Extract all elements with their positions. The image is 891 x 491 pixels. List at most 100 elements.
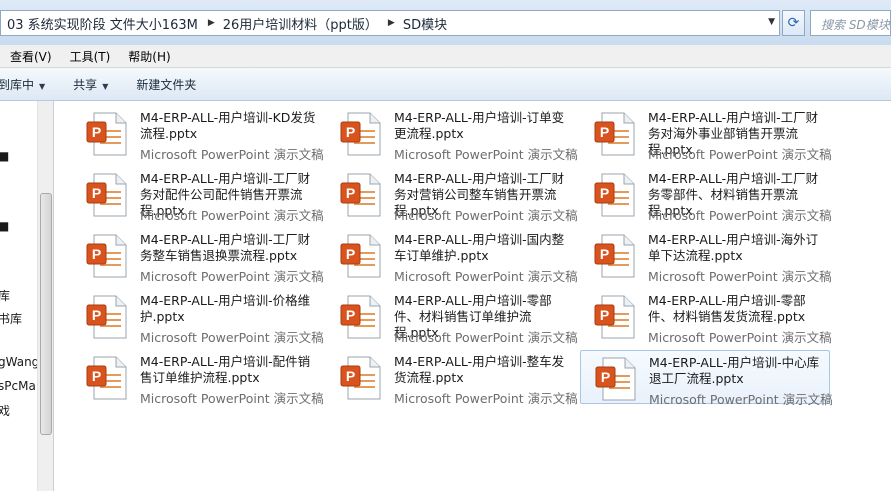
address-dropdown-icon[interactable]: ▼ bbox=[768, 17, 775, 27]
svg-text:P: P bbox=[346, 307, 355, 323]
file-name: M4-ERP-ALL-用户培训-KD发货流程.pptx bbox=[140, 110, 316, 141]
breadcrumb-separator-icon[interactable]: ▶ bbox=[378, 18, 403, 28]
powerpoint-file-icon: P bbox=[594, 173, 635, 217]
title-bar: 03 系统实现阶段 文件大小163M ▶ 26用户培训材料（ppt版） ▶ SD… bbox=[0, 0, 891, 45]
new-folder-button[interactable]: 新建文件夹 bbox=[136, 76, 196, 93]
share-button[interactable]: 共享 ▼ bbox=[73, 76, 108, 93]
nav-item-library[interactable]: 库 bbox=[0, 287, 10, 304]
breadcrumb-separator-icon[interactable]: ▶ bbox=[198, 18, 223, 28]
file-item[interactable]: P M4-ERP-ALL-用户培训-工厂财务对配件公司配件销售开票流程.pptx M… bbox=[72, 167, 324, 223]
search-input[interactable]: 搜索 SD模块 bbox=[810, 10, 891, 36]
file-type: Microsoft PowerPoint 演示文稿 bbox=[140, 147, 324, 162]
file-item[interactable]: P M4-ERP-ALL-用户培训-中心库退工厂流程.pptx Microsoft … bbox=[580, 350, 833, 407]
svg-text:P: P bbox=[346, 368, 355, 384]
file-type: Microsoft PowerPoint 演示文稿 bbox=[648, 147, 832, 162]
breadcrumb-item[interactable]: 26用户培训材料（ppt版） bbox=[223, 14, 378, 33]
nav-item-games[interactable]: 戏 bbox=[0, 402, 10, 419]
powerpoint-file-icon: P bbox=[340, 295, 381, 339]
powerpoint-file-icon: P bbox=[594, 295, 635, 339]
menu-help[interactable]: 帮助(H) bbox=[118, 48, 178, 65]
menu-tools[interactable]: 工具(T) bbox=[60, 48, 119, 65]
powerpoint-file-icon: P bbox=[340, 173, 381, 217]
nav-item-gwang[interactable]: gWang bbox=[0, 355, 39, 369]
svg-text:P: P bbox=[92, 124, 101, 140]
svg-text:P: P bbox=[346, 246, 355, 262]
file-item[interactable]: P M4-ERP-ALL-用户培训-海外订单下达流程.pptx Microsoft … bbox=[580, 228, 832, 284]
svg-text:P: P bbox=[600, 124, 609, 140]
powerpoint-file-icon: P bbox=[595, 357, 636, 401]
svg-text:P: P bbox=[600, 307, 609, 323]
powerpoint-file-icon: P bbox=[86, 356, 127, 400]
breadcrumb-item[interactable]: 03 系统实现阶段 文件大小163M bbox=[1, 14, 198, 33]
file-item[interactable]: P M4-ERP-ALL-用户培训-整车发货流程.pptx Microsoft Po… bbox=[326, 350, 578, 406]
file-type: Microsoft PowerPoint 演示文稿 bbox=[648, 208, 832, 223]
file-item[interactable]: P M4-ERP-ALL-用户培训-零部件、材料销售发货流程.pptx Micros… bbox=[580, 289, 832, 345]
file-type: Microsoft PowerPoint 演示文稿 bbox=[394, 391, 578, 406]
address-bar[interactable]: 03 系统实现阶段 文件大小163M ▶ 26用户培训材料（ppt版） ▶ SD… bbox=[0, 10, 780, 36]
file-name: M4-ERP-ALL-用户培训-零部件、材料销售发货流程.pptx bbox=[648, 293, 806, 324]
file-item[interactable]: P M4-ERP-ALL-用户培训-价格维护.pptx Microsoft Powe… bbox=[72, 289, 324, 345]
file-item[interactable]: P M4-ERP-ALL-用户培训-工厂财务整车销售退换票流程.pptx Micro… bbox=[72, 228, 324, 284]
powerpoint-file-icon: P bbox=[340, 356, 381, 400]
file-list: P M4-ERP-ALL-用户培训-KD发货流程.pptx Microsoft Po… bbox=[60, 101, 891, 491]
file-type: Microsoft PowerPoint 演示文稿 bbox=[140, 269, 324, 284]
powerpoint-file-icon: P bbox=[86, 112, 127, 156]
scrollbar-thumb[interactable] bbox=[40, 193, 52, 435]
file-item[interactable]: P M4-ERP-ALL-用户培训-订单变更流程.pptx Microsoft Po… bbox=[326, 106, 578, 162]
file-item[interactable]: P M4-ERP-ALL-用户培训-配件销售订单维护流程.pptx Microsof… bbox=[72, 350, 324, 406]
powerpoint-file-icon: P bbox=[86, 234, 127, 278]
svg-text:P: P bbox=[600, 185, 609, 201]
include-in-library-label: 到库中 bbox=[0, 77, 35, 92]
chevron-down-icon: ▼ bbox=[102, 81, 109, 91]
file-type: Microsoft PowerPoint 演示文稿 bbox=[648, 330, 832, 345]
file-type: Microsoft PowerPoint 演示文稿 bbox=[648, 269, 832, 284]
powerpoint-file-icon: P bbox=[594, 112, 635, 156]
search-placeholder: 搜索 SD模块 bbox=[821, 18, 890, 32]
menu-view[interactable]: 查看(V) bbox=[0, 48, 60, 65]
file-name: M4-ERP-ALL-用户培训-配件销售订单维护流程.pptx bbox=[140, 354, 311, 385]
powerpoint-file-icon: P bbox=[86, 295, 127, 339]
file-name: M4-ERP-ALL-用户培训-中心库退工厂流程.pptx bbox=[649, 355, 820, 386]
refresh-button[interactable]: ⟳ bbox=[782, 10, 805, 36]
nav-item-spcma[interactable]: sPcMa bbox=[0, 379, 36, 393]
svg-text:P: P bbox=[92, 246, 101, 262]
nav-item[interactable]: ■ bbox=[0, 219, 9, 233]
svg-text:P: P bbox=[600, 246, 609, 262]
file-name: M4-ERP-ALL-用户培训-价格维护.pptx bbox=[140, 293, 311, 324]
file-type: Microsoft PowerPoint 演示文稿 bbox=[394, 269, 578, 284]
file-name: M4-ERP-ALL-用户培训-国内整车订单维护.pptx bbox=[394, 232, 565, 263]
pane-divider[interactable] bbox=[53, 101, 54, 491]
file-type: Microsoft PowerPoint 演示文稿 bbox=[140, 330, 324, 345]
file-name: M4-ERP-ALL-用户培训-海外订单下达流程.pptx bbox=[648, 232, 819, 263]
file-type: Microsoft PowerPoint 演示文稿 bbox=[394, 330, 578, 345]
file-item[interactable]: P M4-ERP-ALL-用户培训-工厂财务对海外事业部销售开票流程.pptx Mi… bbox=[580, 106, 832, 162]
file-item[interactable]: P M4-ERP-ALL-用户培训-零部件、材料销售订单维护流程.pptx Micr… bbox=[326, 289, 578, 345]
file-name: M4-ERP-ALL-用户培训-订单变更流程.pptx bbox=[394, 110, 565, 141]
file-item[interactable]: P M4-ERP-ALL-用户培训-国内整车订单维护.pptx Microsoft … bbox=[326, 228, 578, 284]
nav-item[interactable]: ■ bbox=[0, 149, 9, 163]
svg-text:P: P bbox=[601, 369, 610, 385]
file-item[interactable]: P M4-ERP-ALL-用户培训-工厂财务零部件、材料销售开票流程.pptx Mi… bbox=[580, 167, 832, 223]
svg-text:P: P bbox=[92, 185, 101, 201]
share-label: 共享 bbox=[73, 77, 98, 92]
file-type: Microsoft PowerPoint 演示文稿 bbox=[649, 392, 833, 407]
svg-text:P: P bbox=[346, 124, 355, 140]
menu-bar: 查看(V) 工具(T) 帮助(H) bbox=[0, 45, 891, 68]
file-type: Microsoft PowerPoint 演示文稿 bbox=[394, 208, 578, 223]
breadcrumb-item[interactable]: SD模块 bbox=[403, 14, 447, 33]
powerpoint-file-icon: P bbox=[340, 234, 381, 278]
file-item[interactable]: P M4-ERP-ALL-用户培训-工厂财务对营销公司整车销售开票流程.pptx M… bbox=[326, 167, 578, 223]
command-bar: 到库中 ▼ 共享 ▼ 新建文件夹 bbox=[0, 68, 891, 101]
powerpoint-file-icon: P bbox=[594, 234, 635, 278]
file-type: Microsoft PowerPoint 演示文稿 bbox=[394, 147, 578, 162]
svg-text:P: P bbox=[92, 368, 101, 384]
nav-item-book-library[interactable]: 书库 bbox=[0, 310, 22, 327]
refresh-icon: ⟳ bbox=[787, 15, 800, 31]
powerpoint-file-icon: P bbox=[340, 112, 381, 156]
svg-text:P: P bbox=[346, 185, 355, 201]
file-item[interactable]: P M4-ERP-ALL-用户培训-KD发货流程.pptx Microsoft Po… bbox=[72, 106, 324, 162]
powerpoint-file-icon: P bbox=[86, 173, 127, 217]
svg-text:P: P bbox=[92, 307, 101, 323]
nav-scrollbar[interactable] bbox=[37, 101, 53, 491]
include-in-library-button[interactable]: 到库中 ▼ bbox=[0, 76, 45, 93]
